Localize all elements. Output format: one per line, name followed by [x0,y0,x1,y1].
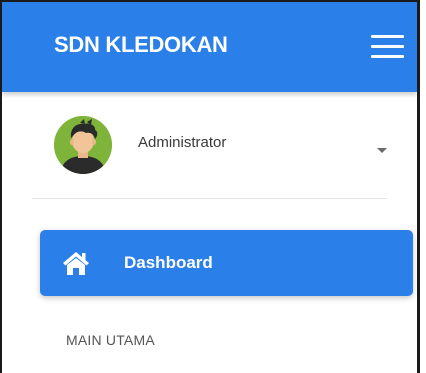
user-panel[interactable]: Administrator [2,92,417,198]
home-icon [63,252,89,275]
top-bar: SDN KLEDOKAN [2,2,417,92]
sidebar-item-dashboard[interactable]: Dashboard [40,230,413,296]
hamburger-line [371,55,404,58]
hamburger-icon[interactable] [371,35,404,59]
brand-title[interactable]: SDN KLEDOKAN [54,32,228,58]
sidebar-frame: SDN KLEDOKAN Administrator Dashboard MAI… [0,0,420,373]
user-name: Administrator [138,134,227,151]
nav-section-header: MAIN UTAMA [66,332,155,348]
hamburger-line [371,35,404,38]
sidebar-item-label: Dashboard [124,253,213,272]
user-avatar-icon [54,116,112,174]
avatar-graphic [54,116,112,174]
hamburger-line [371,45,404,48]
divider [32,198,387,199]
caret-down-icon[interactable] [377,148,387,153]
